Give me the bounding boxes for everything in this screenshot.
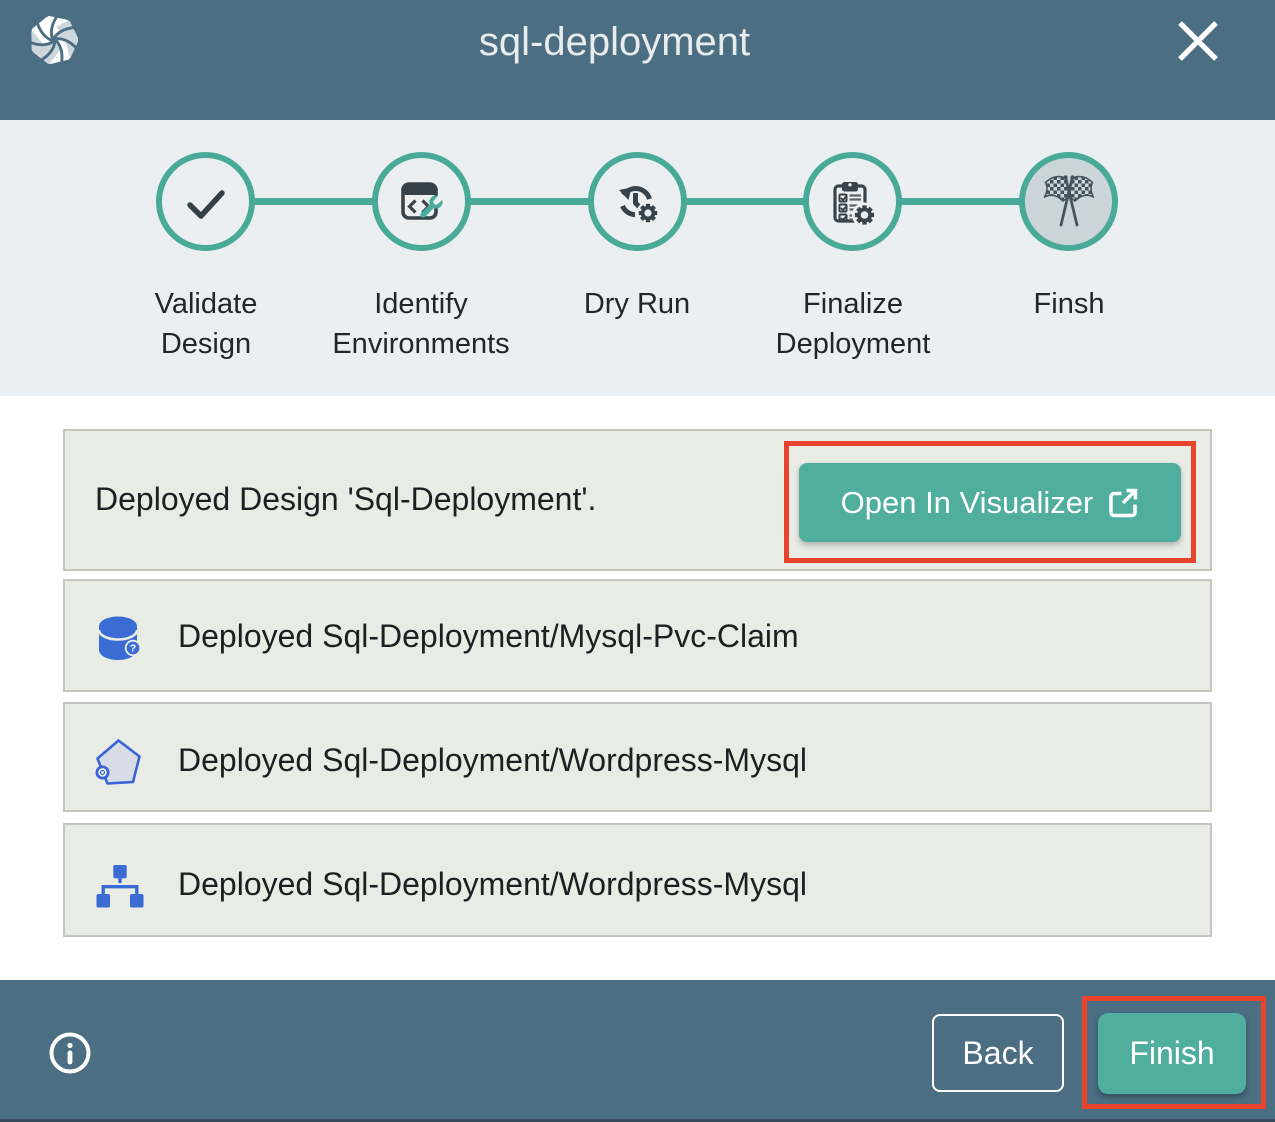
svg-text:?: ? [130,643,136,655]
